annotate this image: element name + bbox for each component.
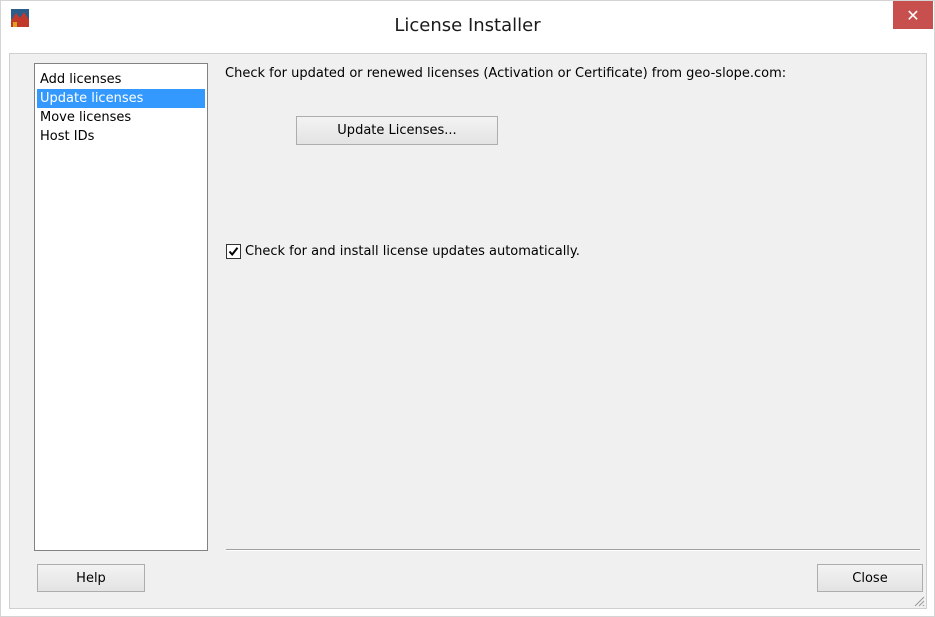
list-item-move-licenses[interactable]: Move licenses [37,108,205,127]
help-button[interactable]: Help [37,564,145,592]
checkmark-icon [228,247,239,257]
resize-grip-icon[interactable] [913,595,925,607]
auto-update-option[interactable]: Check for and install license updates au… [226,244,580,259]
auto-update-checkbox[interactable] [226,244,241,259]
window-close-button[interactable]: ✕ [893,1,933,29]
window-title: License Installer [394,15,541,36]
close-icon: ✕ [906,5,920,25]
auto-update-label[interactable]: Check for and install license updates au… [245,244,580,259]
update-licenses-button[interactable]: Update Licenses... [296,116,498,145]
list-item-update-licenses[interactable]: Update licenses [37,89,205,108]
title-bar[interactable]: License Installer ✕ [1,1,934,53]
list-item-add-licenses[interactable]: Add licenses [37,70,205,89]
license-action-list[interactable]: Add licenses Update licenses Move licens… [34,63,208,551]
update-description: Check for updated or renewed licenses (A… [225,66,787,81]
list-item-host-ids[interactable]: Host IDs [37,127,205,146]
footer-divider [226,549,920,551]
license-installer-window: License Installer ✕ Add licenses Update … [0,0,935,617]
dialog-body: Add licenses Update licenses Move licens… [9,53,927,609]
close-button[interactable]: Close [817,564,923,592]
